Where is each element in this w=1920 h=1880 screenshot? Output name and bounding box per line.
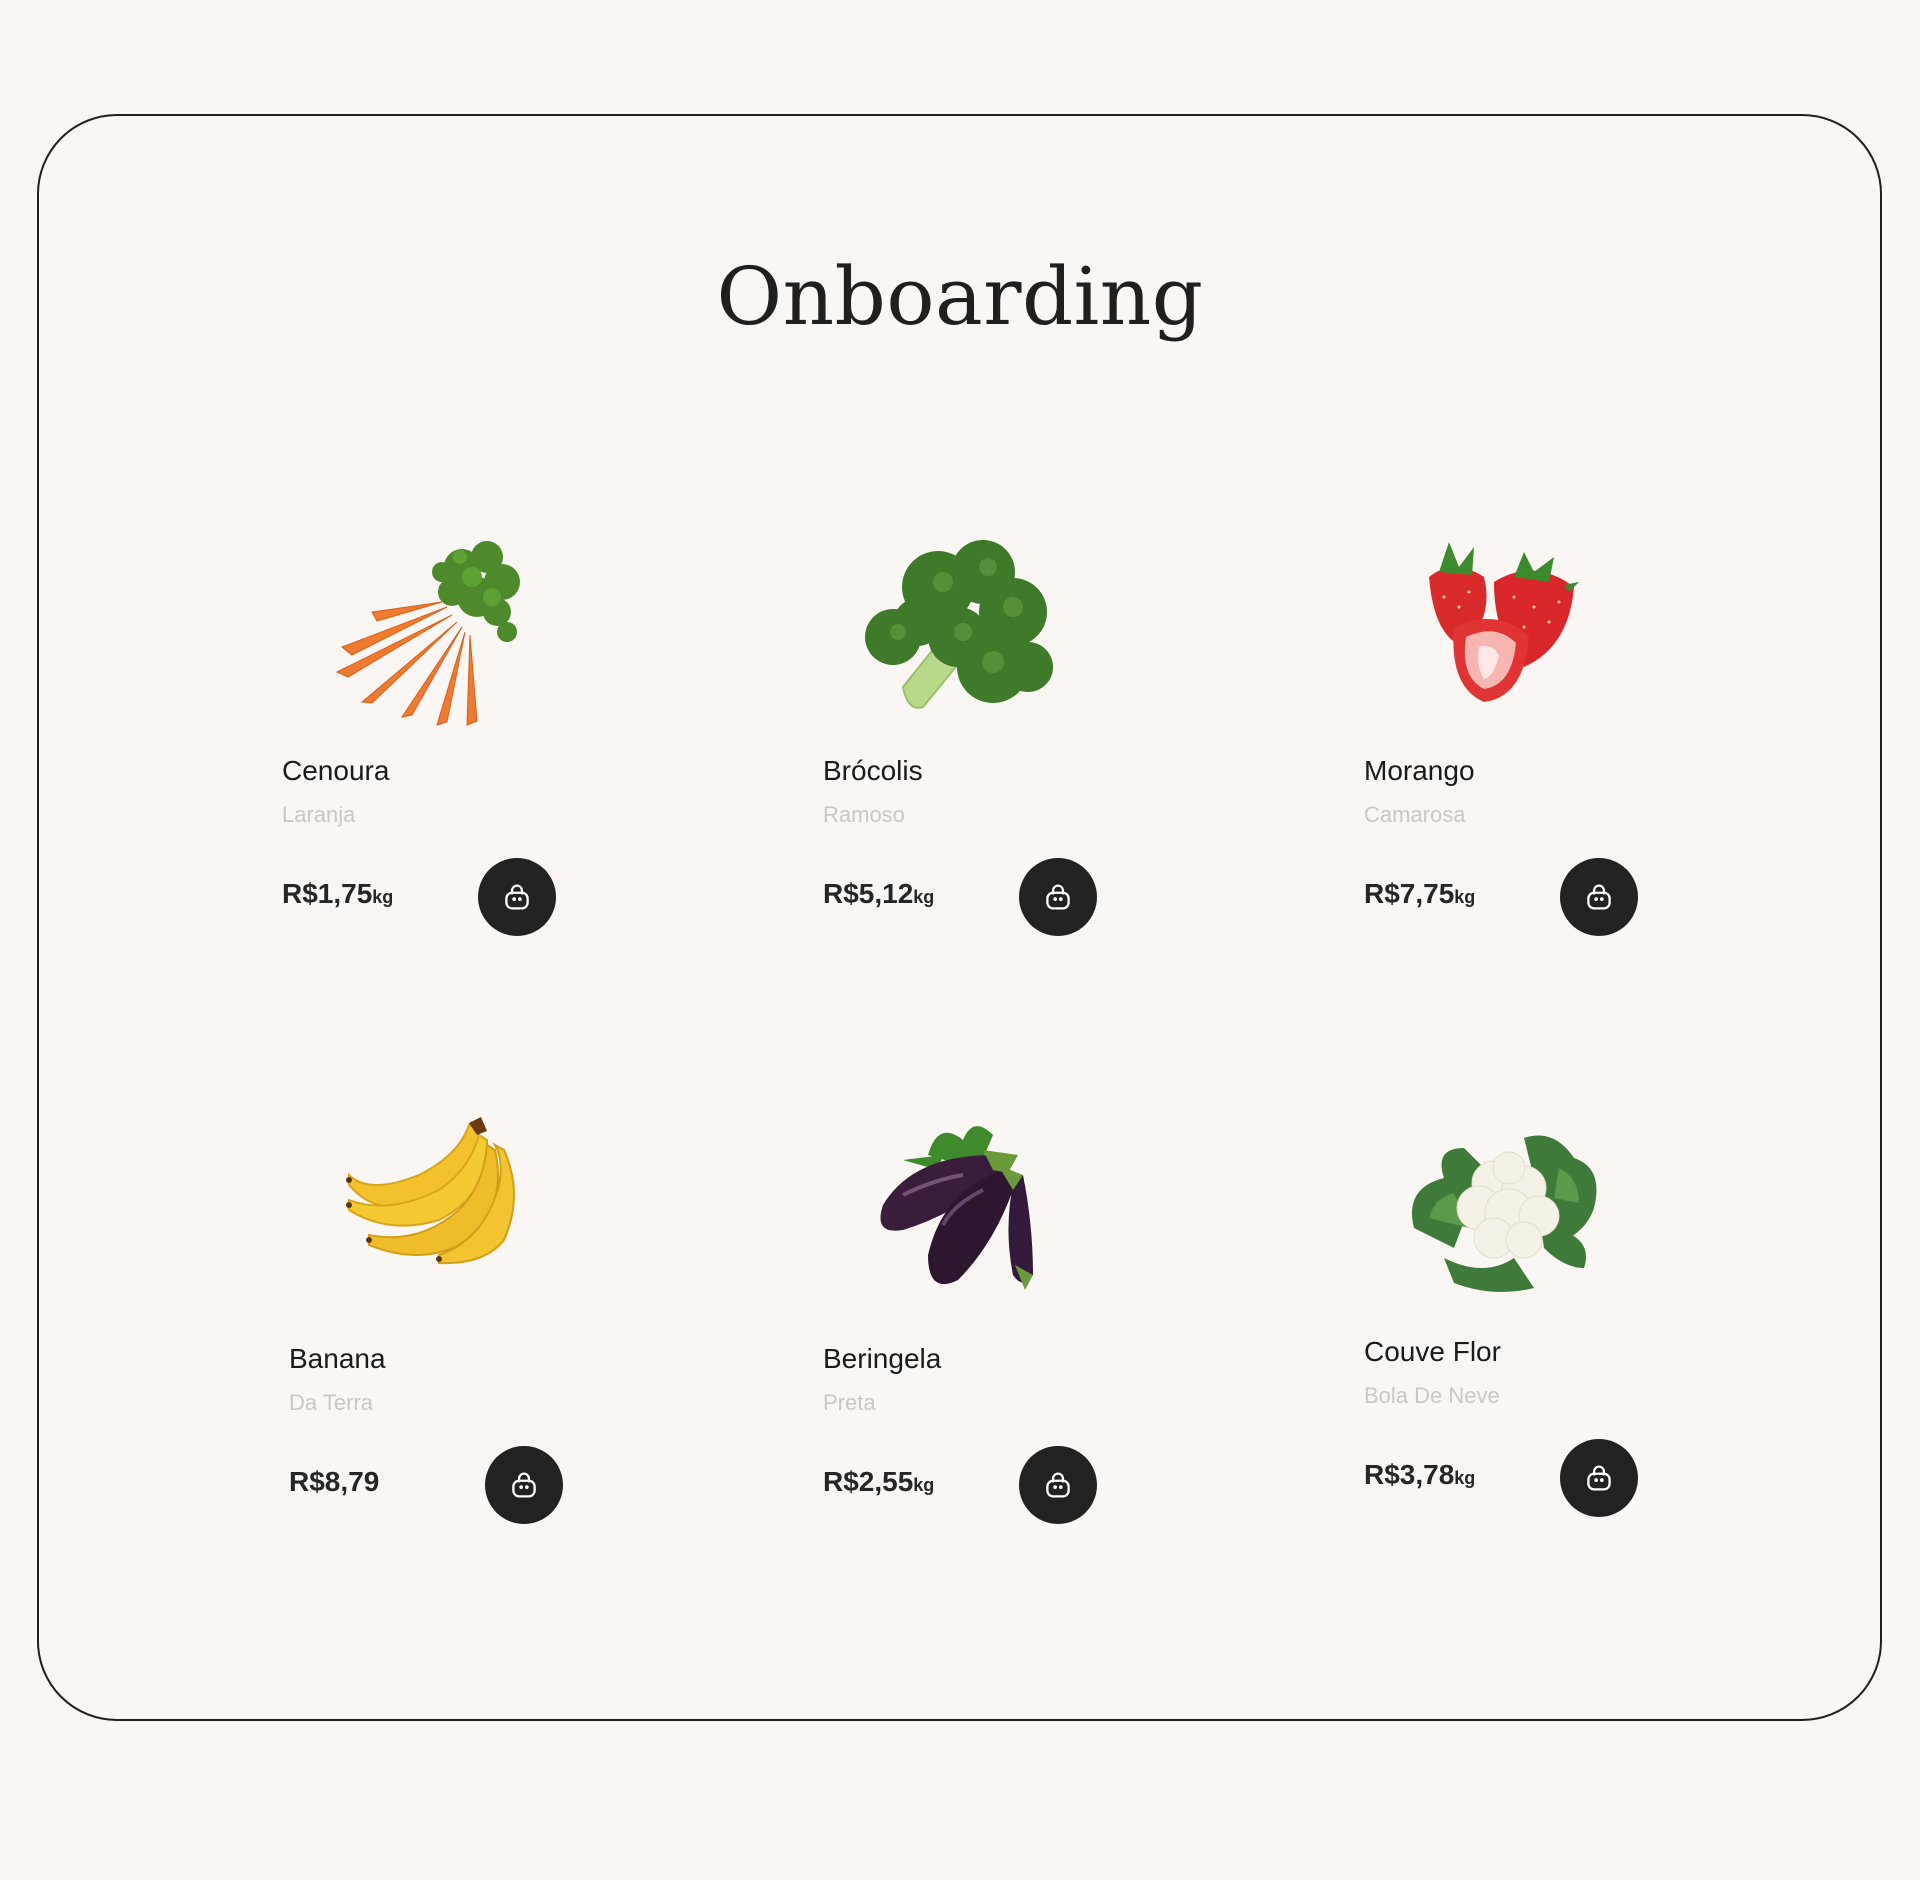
- shopping-bag-icon: [505, 884, 529, 910]
- product-price: R$1,75kg: [282, 878, 394, 909]
- add-to-cart-button[interactable]: [485, 1446, 563, 1524]
- product-name: Beringela: [823, 1343, 942, 1374]
- shopping-bag-icon: [1046, 884, 1070, 910]
- product-variety: Camarosa: [1364, 802, 1466, 827]
- product-card-morango: Morango Camarosa R$7,75kg: [1364, 527, 1684, 947]
- product-card-banana: Banana Da Terra R$8,79: [289, 1115, 609, 1535]
- add-to-cart-button[interactable]: [1019, 858, 1097, 936]
- shopping-bag-icon: [1587, 884, 1611, 910]
- broccoli-icon: [865, 540, 1053, 709]
- page-title: Onboarding: [716, 250, 1204, 343]
- product-price: R$5,12kg: [823, 878, 935, 909]
- product-price: R$2,55kg: [823, 1466, 935, 1497]
- shopping-bag-icon: [1587, 1465, 1611, 1491]
- shopping-bag-icon: [512, 1472, 536, 1498]
- add-to-cart-button[interactable]: [1560, 858, 1638, 936]
- price-unit: kg: [372, 887, 394, 907]
- product-price: R$8,79: [289, 1466, 380, 1497]
- product-variety: Da Terra: [289, 1390, 373, 1415]
- product-card-cenoura: Cenoura Laranja R$1,75kg: [282, 527, 602, 947]
- product-name: Banana: [289, 1343, 386, 1374]
- product-card-beringela: Beringela Preta R$2,55kg: [823, 1115, 1143, 1535]
- product-variety: Bola De Neve: [1364, 1383, 1500, 1408]
- product-variety: Preta: [823, 1390, 876, 1415]
- cauliflower-icon: [1412, 1135, 1597, 1292]
- product-name: Cenoura: [282, 755, 390, 786]
- product-price: R$7,75kg: [1364, 878, 1476, 909]
- product-name: Brócolis: [823, 755, 923, 786]
- eggplant-icon: [880, 1126, 1033, 1290]
- shopping-bag-icon: [1046, 1472, 1070, 1498]
- banana-icon: [346, 1117, 515, 1265]
- add-to-cart-button[interactable]: [478, 858, 556, 936]
- price-unit: kg: [1454, 887, 1476, 907]
- price-unit: kg: [913, 887, 935, 907]
- product-name: Couve Flor: [1364, 1336, 1501, 1367]
- add-to-cart-button[interactable]: [1019, 1446, 1097, 1524]
- price-unit: kg: [1454, 1468, 1476, 1488]
- add-to-cart-button[interactable]: [1560, 1439, 1638, 1517]
- product-name: Morango: [1364, 755, 1475, 786]
- carrot-icon: [335, 541, 520, 726]
- product-variety: Ramoso: [823, 802, 905, 827]
- product-price: R$3,78kg: [1364, 1459, 1476, 1490]
- strawberry-icon: [1429, 542, 1579, 702]
- price-unit: kg: [913, 1475, 935, 1495]
- product-card-couveflor: Couve Flor Bola De Neve R$3,78kg: [1364, 1108, 1684, 1528]
- product-variety: Laranja: [282, 802, 356, 827]
- product-card-brocolis: Brócolis Ramoso R$5,12kg: [823, 527, 1143, 947]
